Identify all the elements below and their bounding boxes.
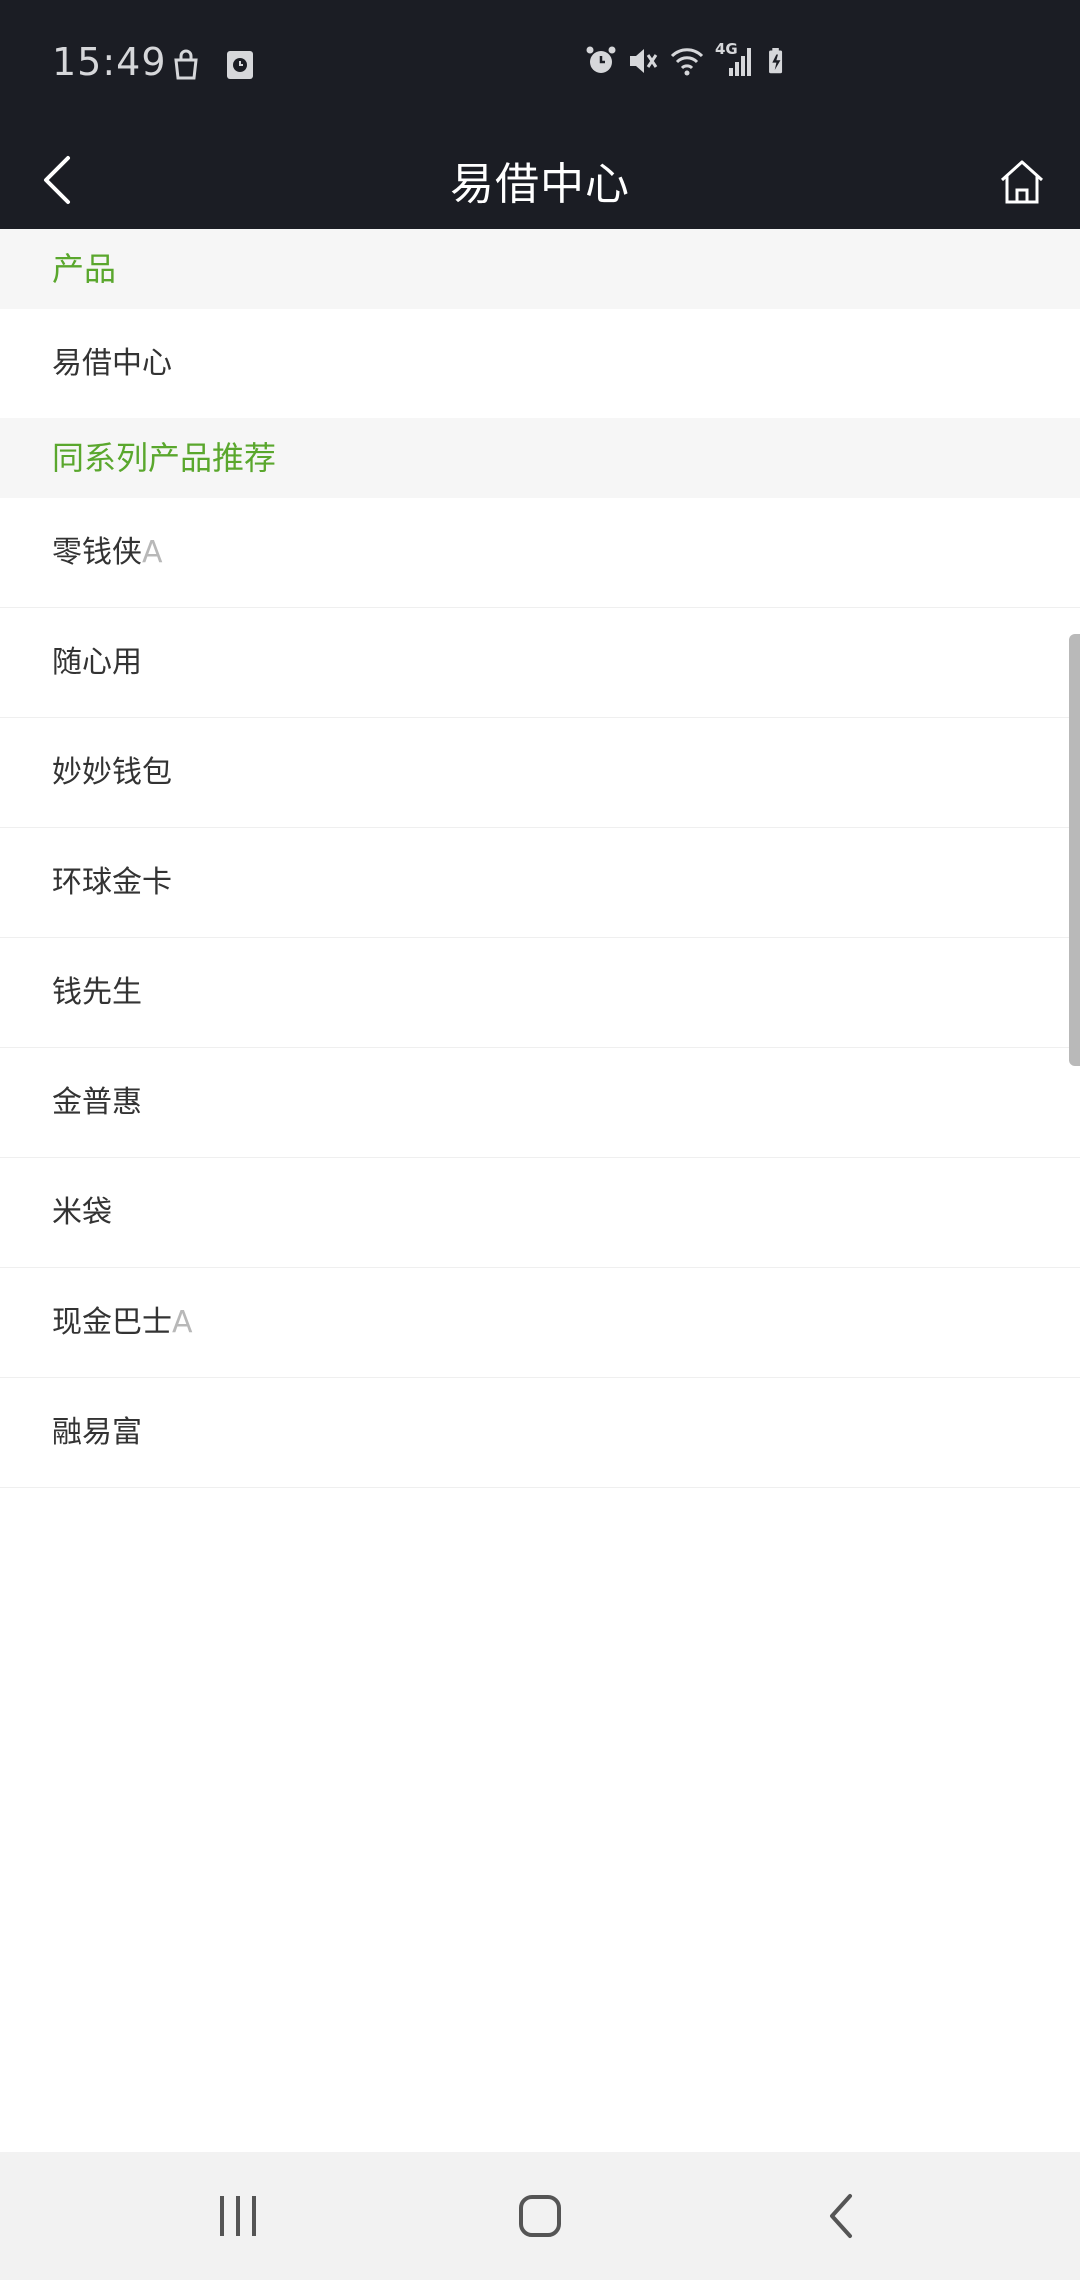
product-list: 产品 易借中心 同系列产品推荐 零钱侠A 随心用 妙妙钱包 环球金卡 钱先生 金… [0,229,1080,1488]
home-button[interactable] [990,150,1054,214]
clock-app-icon [227,51,253,79]
section-header-products: 产品 [0,229,1080,309]
status-time: 15:49 [52,40,167,84]
list-item[interactable]: 零钱侠A [0,498,1080,608]
list-item[interactable]: 米袋 [0,1158,1080,1268]
list-item-suffix: A [142,535,163,570]
list-item-label: 易借中心 [52,346,172,381]
list-item-label: 钱先生 [52,975,142,1010]
signal-icon: 4G [715,40,755,78]
list-item[interactable]: 现金巴士A [0,1268,1080,1378]
mute-icon [630,49,658,73]
list-item-label: 金普惠 [52,1085,142,1120]
system-nav-bar [0,2152,1080,2280]
recents-icon[interactable] [208,2186,268,2246]
list-item-label: 融易富 [52,1415,142,1450]
scroll-indicator[interactable] [1069,634,1080,1066]
list-item-suffix: A [172,1305,193,1340]
list-item[interactable]: 妙妙钱包 [0,718,1080,828]
home-nav-icon[interactable] [510,2186,570,2246]
list-item[interactable]: 环球金卡 [0,828,1080,938]
list-item-label: 零钱侠 [52,535,142,570]
alarm-icon [586,46,616,73]
list-item[interactable]: 金普惠 [0,1048,1080,1158]
home-icon [1000,160,1044,204]
bag-icon [174,49,198,80]
back-nav-icon[interactable] [812,2186,872,2246]
list-item[interactable]: 融易富 [0,1378,1080,1488]
section-header-recommended: 同系列产品推荐 [0,418,1080,498]
list-item-label: 现金巴士 [52,1305,172,1340]
battery-charging-icon [769,48,783,74]
list-item[interactable]: 钱先生 [0,938,1080,1048]
list-item-label: 环球金卡 [52,865,172,900]
status-bar: 15:49 4G [0,0,1080,130]
list-item-label: 米袋 [52,1195,112,1230]
list-item-label: 妙妙钱包 [52,755,172,790]
page-title: 易借中心 [450,159,630,210]
list-item[interactable]: 易借中心 [0,309,1080,418]
app-header: 易借中心 [0,130,1080,229]
wifi-icon [670,48,704,76]
list-item[interactable]: 随心用 [0,608,1080,718]
list-item-label: 随心用 [52,645,142,680]
